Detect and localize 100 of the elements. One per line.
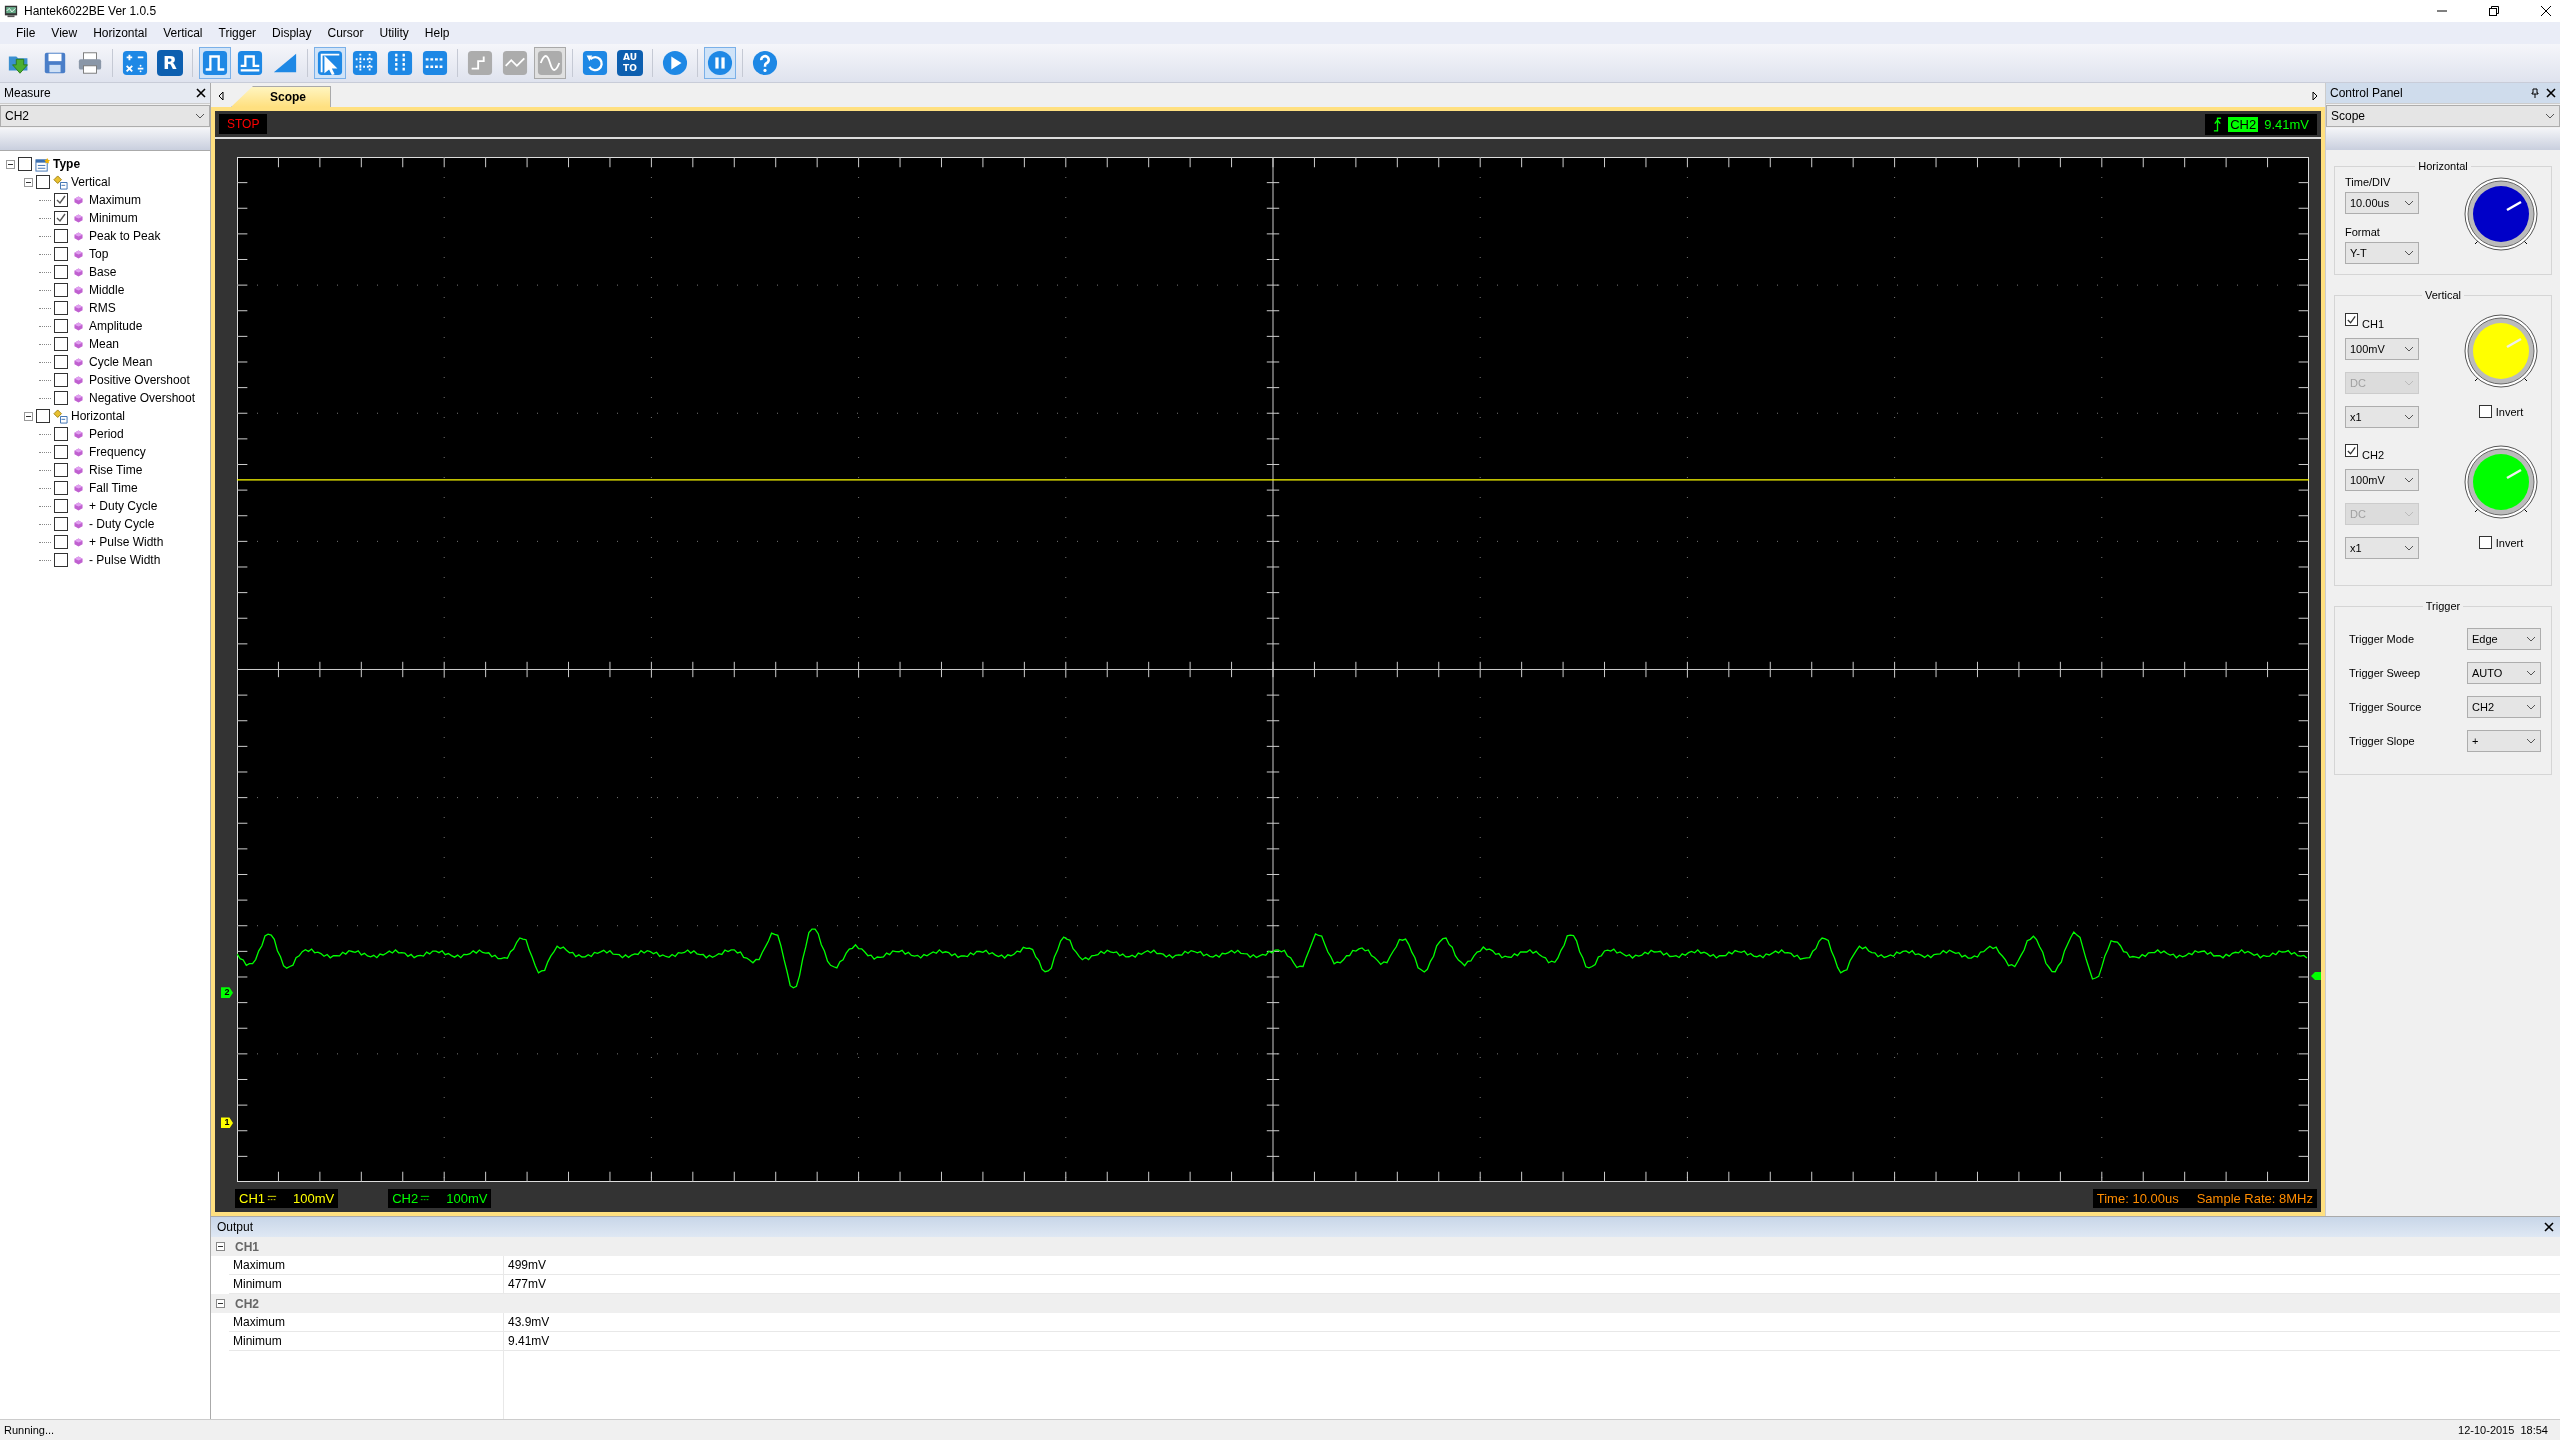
scroll-left-icon[interactable]: [217, 91, 225, 101]
tree-item[interactable]: Frequency: [89, 445, 146, 459]
format-dropdown[interactable]: Y-T: [2345, 242, 2419, 264]
menu-item[interactable]: Trigger: [210, 26, 265, 40]
checkbox[interactable]: [54, 427, 68, 441]
chevron-down-icon: [2404, 346, 2414, 352]
checkbox[interactable]: [36, 409, 50, 423]
checkbox[interactable]: [54, 301, 68, 315]
tree-item[interactable]: Cycle Mean: [89, 355, 153, 369]
checkbox[interactable]: [54, 193, 68, 207]
restore-icon[interactable]: [2488, 5, 2500, 17]
menu-item[interactable]: View: [43, 26, 86, 40]
channel-marker[interactable]: 2: [221, 987, 233, 999]
tree-item[interactable]: Mean: [89, 337, 120, 351]
checkbox[interactable]: [2345, 313, 2358, 326]
checkbox[interactable]: [54, 373, 68, 387]
tree-item[interactable]: Top: [89, 247, 109, 261]
gem-icon: [74, 537, 83, 547]
probe-dropdown[interactable]: x1: [2345, 537, 2419, 559]
tree-item[interactable]: RMS: [89, 301, 116, 315]
menu-item[interactable]: Vertical: [155, 26, 211, 40]
sample-rate-readout: Sample Rate: 8MHz: [2196, 1190, 2313, 1206]
menu-item[interactable]: Utility: [371, 26, 417, 40]
volts-dropdown[interactable]: 100mV: [2345, 469, 2419, 491]
tree-item[interactable]: Rise Time: [89, 463, 143, 477]
checkbox[interactable]: [54, 247, 68, 261]
pin-icon[interactable]: [2530, 88, 2540, 98]
menu-item[interactable]: Help: [416, 26, 458, 40]
pulse-button[interactable]: [199, 47, 231, 79]
collapse-icon[interactable]: [216, 1242, 225, 1251]
toolbar-button[interactable]: AUTO: [614, 47, 646, 79]
collapse-icon[interactable]: [216, 1299, 225, 1308]
checkbox[interactable]: [54, 265, 68, 279]
trigger-level-marker[interactable]: [2311, 971, 2321, 980]
trigger-dropdown[interactable]: AUTO: [2467, 662, 2541, 684]
pause-button[interactable]: [704, 47, 736, 79]
checkbox[interactable]: [54, 355, 68, 369]
tree-item[interactable]: - Duty Cycle: [89, 517, 155, 531]
probe-dropdown[interactable]: x1: [2345, 406, 2419, 428]
checkmark-icon: [2346, 314, 2357, 326]
checkbox[interactable]: [54, 337, 68, 351]
menu-item[interactable]: Display: [264, 26, 320, 40]
channel-marker[interactable]: 1: [221, 1117, 233, 1129]
trigger-dropdown[interactable]: +: [2467, 730, 2541, 752]
tree-item[interactable]: Base: [89, 265, 117, 279]
close-icon[interactable]: [2544, 1222, 2554, 1232]
checkbox[interactable]: [54, 283, 68, 297]
checkbox[interactable]: [54, 391, 68, 405]
checkbox[interactable]: [2478, 536, 2492, 549]
chevron-down-icon: [2404, 250, 2414, 256]
trigger-dropdown[interactable]: CH2: [2467, 696, 2541, 718]
checkbox[interactable]: [36, 175, 50, 189]
tab[interactable]: Scope: [231, 86, 331, 107]
channel-dropdown[interactable]: CH2: [0, 105, 210, 127]
tree-item[interactable]: Maximum: [89, 193, 141, 207]
tree-item[interactable]: Period: [89, 427, 124, 441]
scroll-right-icon[interactable]: [2311, 91, 2319, 101]
tree-item[interactable]: Fall Time: [89, 481, 138, 495]
tree-item[interactable]: Minimum: [89, 211, 138, 225]
toolbar-button[interactable]: R: [154, 47, 186, 79]
close-icon[interactable]: [2540, 5, 2552, 17]
checkbox[interactable]: [54, 463, 68, 477]
collapse-icon[interactable]: [6, 159, 15, 169]
close-icon[interactable]: [2546, 88, 2556, 98]
dc-coupling-icon: [420, 1194, 431, 1202]
checkbox[interactable]: [2478, 405, 2492, 418]
tree-item[interactable]: Middle: [89, 283, 125, 297]
tree-item[interactable]: Vertical: [71, 175, 111, 189]
trigger-dropdown[interactable]: Edge: [2467, 628, 2541, 650]
checkbox[interactable]: [54, 535, 68, 549]
collapse-icon[interactable]: [24, 177, 33, 187]
tree-item[interactable]: Amplitude: [89, 319, 143, 333]
tree-item[interactable]: Horizontal: [71, 409, 126, 423]
tree-item[interactable]: Peak to Peak: [89, 229, 161, 243]
tree-item[interactable]: + Pulse Width: [89, 535, 164, 549]
tree-item[interactable]: - Pulse Width: [89, 553, 161, 567]
pointer-button[interactable]: [314, 47, 346, 79]
tree-item[interactable]: + Duty Cycle: [89, 499, 158, 513]
volts-dropdown[interactable]: 100mV: [2345, 338, 2419, 360]
collapse-icon[interactable]: [24, 411, 33, 421]
tree-item[interactable]: Type: [53, 157, 81, 171]
tree-item[interactable]: Positive Overshoot: [89, 373, 190, 387]
menu-item[interactable]: File: [8, 26, 44, 40]
checkbox[interactable]: [54, 481, 68, 495]
checkbox[interactable]: [54, 229, 68, 243]
checkbox[interactable]: [2345, 444, 2358, 457]
checkbox[interactable]: [54, 211, 68, 225]
checkbox[interactable]: [18, 157, 32, 171]
checkbox[interactable]: [54, 553, 68, 567]
menu-item[interactable]: Cursor: [319, 26, 372, 40]
field-label: Time/DIV: [2345, 176, 2392, 188]
checkbox[interactable]: [54, 499, 68, 513]
checkbox[interactable]: [54, 445, 68, 459]
checkbox[interactable]: [54, 517, 68, 531]
menu-item[interactable]: Horizontal: [85, 26, 156, 40]
checkbox[interactable]: [54, 319, 68, 333]
close-icon[interactable]: [196, 88, 206, 98]
mode-dropdown[interactable]: Scope: [2326, 105, 2560, 127]
time-div-dropdown[interactable]: 10.00us: [2345, 192, 2419, 214]
tree-item[interactable]: Negative Overshoot: [89, 391, 196, 405]
